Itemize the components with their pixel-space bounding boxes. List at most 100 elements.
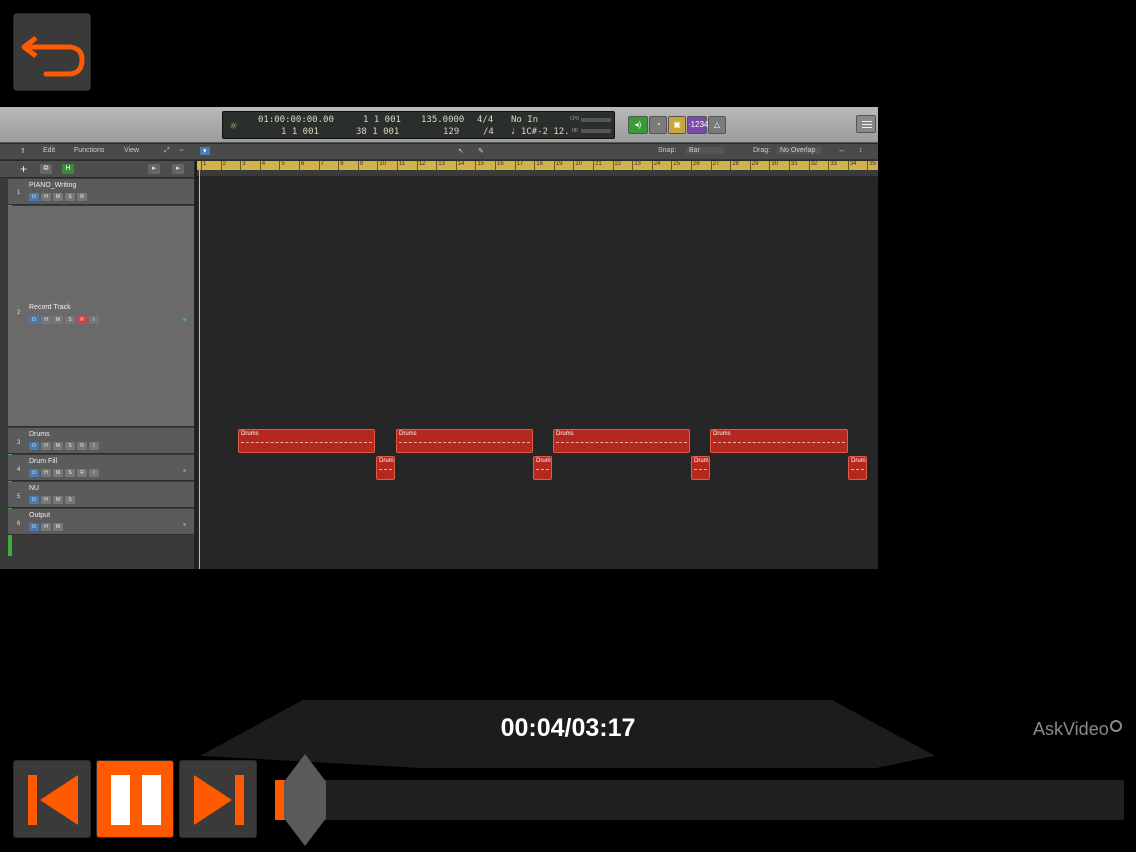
snap-select[interactable]: Bar [686,147,724,154]
ruler-label: 5 [281,161,285,167]
ruler-tick [475,161,477,170]
record-button[interactable]: R [77,442,87,450]
list-menu-icon[interactable] [856,115,876,133]
mute-button[interactable]: M [53,193,63,201]
gauge-icon[interactable]: ◔ [649,116,667,134]
ruler-label: 16 [497,161,504,167]
pause-button[interactable] [96,760,174,838]
track-header-4[interactable]: 4 Drum Fill ⏻ H M S R I [8,455,194,481]
input-monitor-button[interactable]: I [89,442,99,450]
record-button[interactable]: R [77,316,87,324]
ruler-label: 9 [359,161,364,167]
hide-button[interactable]: H [41,316,51,324]
ruler-tick [299,161,300,170]
power-icon[interactable]: ⏻ [29,316,39,324]
zoom-icon[interactable]: ⤢ [164,147,170,155]
seek-bar[interactable] [275,780,1124,820]
ruler-tick [632,161,634,170]
ruler-tick [691,161,692,170]
drums-region[interactable]: Drums [238,429,375,453]
arrow-up-icon[interactable]: ⇑ [20,147,26,155]
tracks-toolbar: ⇑ Edit Functions View ⤢ ⇔ ▾ ↖ ✎ Snap: Ba… [0,144,878,160]
ruler-tick [201,161,202,170]
hide-button[interactable]: H [41,469,51,477]
track-number: 5 [17,494,21,500]
solo-button[interactable]: S [65,442,75,450]
ruler-tick [789,161,790,170]
ruler-label: 29 [751,161,759,167]
record-button[interactable]: R [77,193,87,201]
input-monitor-button[interactable]: I [89,469,99,477]
count-in-icon[interactable]: ·1234 [687,116,708,134]
ruler-label: 28 [732,161,739,167]
add-track-icon[interactable]: + [20,162,27,176]
hide-button[interactable]: H [41,442,51,450]
zoom-vertical-icon[interactable]: ↕ [859,147,863,154]
metronome-icon[interactable]: △ [708,116,726,134]
split-icon[interactable]: ⇔ [178,147,185,154]
ruler-label: 22 [614,161,622,167]
drums-region[interactable]: Drums [396,429,533,453]
edit-menu[interactable]: Edit [43,147,55,154]
drum-fill-region[interactable]: Drum [533,456,552,480]
lock-icon[interactable]: ▣ [668,116,686,134]
mute-button[interactable]: M [53,496,63,504]
power-icon[interactable]: ⏻ [29,193,39,201]
track-header-3[interactable]: 3 Drums ⏻ H M S R I [8,428,194,454]
solo-button[interactable]: S [65,469,75,477]
power-icon[interactable]: ⏻ [29,469,39,477]
filter-icon[interactable]: ▾ [200,147,210,155]
skip-next-icon [194,775,244,825]
track-header-5[interactable]: 5 NU ⏻ H M S [8,482,194,508]
hide-button[interactable]: H [41,523,51,531]
ruler-tick [671,161,673,170]
drum-fill-region[interactable]: Drum [691,456,710,480]
seek-handle[interactable] [284,754,326,846]
hide-button[interactable]: H [41,193,51,201]
next-button[interactable] [179,760,257,838]
track-header-2[interactable]: 2 Record Track ⏻ H M S R I [8,206,194,427]
ruler-tick [651,161,653,170]
solo-button[interactable]: S [65,316,75,324]
record-button[interactable]: R [77,469,87,477]
link-icon[interactable]: ▸ [172,164,184,174]
solo-button[interactable]: S [65,496,75,504]
mute-button[interactable]: M [53,523,63,531]
playhead[interactable] [199,161,200,569]
drum-fill-region[interactable]: Drum [848,456,867,480]
power-icon[interactable]: ⏻ [29,442,39,450]
marker-lane[interactable] [197,170,878,177]
catch-icon[interactable]: ▸ [148,164,160,174]
previous-button[interactable] [13,760,91,838]
drums-region[interactable]: Drums [553,429,690,453]
track-header-1[interactable]: 1 PIANO_Writing ⏻ H M S R [8,179,194,205]
drag-select[interactable]: No Overlap [777,147,822,154]
input-monitor-button[interactable]: I [89,316,99,324]
solo-button[interactable]: S [65,193,75,201]
duplicate-track-icon[interactable]: ⧉ [40,164,52,174]
bar-ruler[interactable]: 1 2 3 4 5 6 7 8 9 10 11 12 13 14 15 16 17 18 19 20 21 22 23 24 2… [197,161,878,170]
view-menu[interactable]: View [124,147,139,154]
hide-button[interactable]: H [41,496,51,504]
hide-button[interactable]: H [62,164,74,174]
mute-button[interactable]: M [53,316,63,324]
pencil-tool-icon[interactable]: ✎ [478,147,484,155]
back-button[interactable] [13,13,91,91]
power-icon[interactable]: ⏻ [29,496,39,504]
arrange-area[interactable]: 1 2 3 4 5 6 7 8 9 10 11 12 13 14 15 16 17 18 19 20 21 22 23 24 2… [195,161,878,569]
speaker-icon[interactable]: ◂) [628,116,648,134]
region-label: Drums [556,431,574,437]
region-label: Drum [379,458,394,464]
track-header-6[interactable]: 6 Output ⏻ H M [8,509,194,535]
zoom-horizontal-icon[interactable]: ↔ [838,147,845,154]
track-buttons: ⏻ H M [29,523,63,531]
mute-button[interactable]: M [53,469,63,477]
power-icon[interactable]: ⏻ [29,523,39,531]
drums-region[interactable]: Drums [710,429,848,453]
mute-button[interactable]: M [53,442,63,450]
drum-fill-region[interactable]: Drum [376,456,395,480]
video-frame[interactable]: ☼ 01:00:00:00.00 1 1 001 135.0000 4/4 No… [0,107,878,569]
pointer-tool-icon[interactable]: ↖ [458,147,464,155]
functions-menu[interactable]: Functions [74,147,104,154]
region-label: Drum [536,458,551,464]
